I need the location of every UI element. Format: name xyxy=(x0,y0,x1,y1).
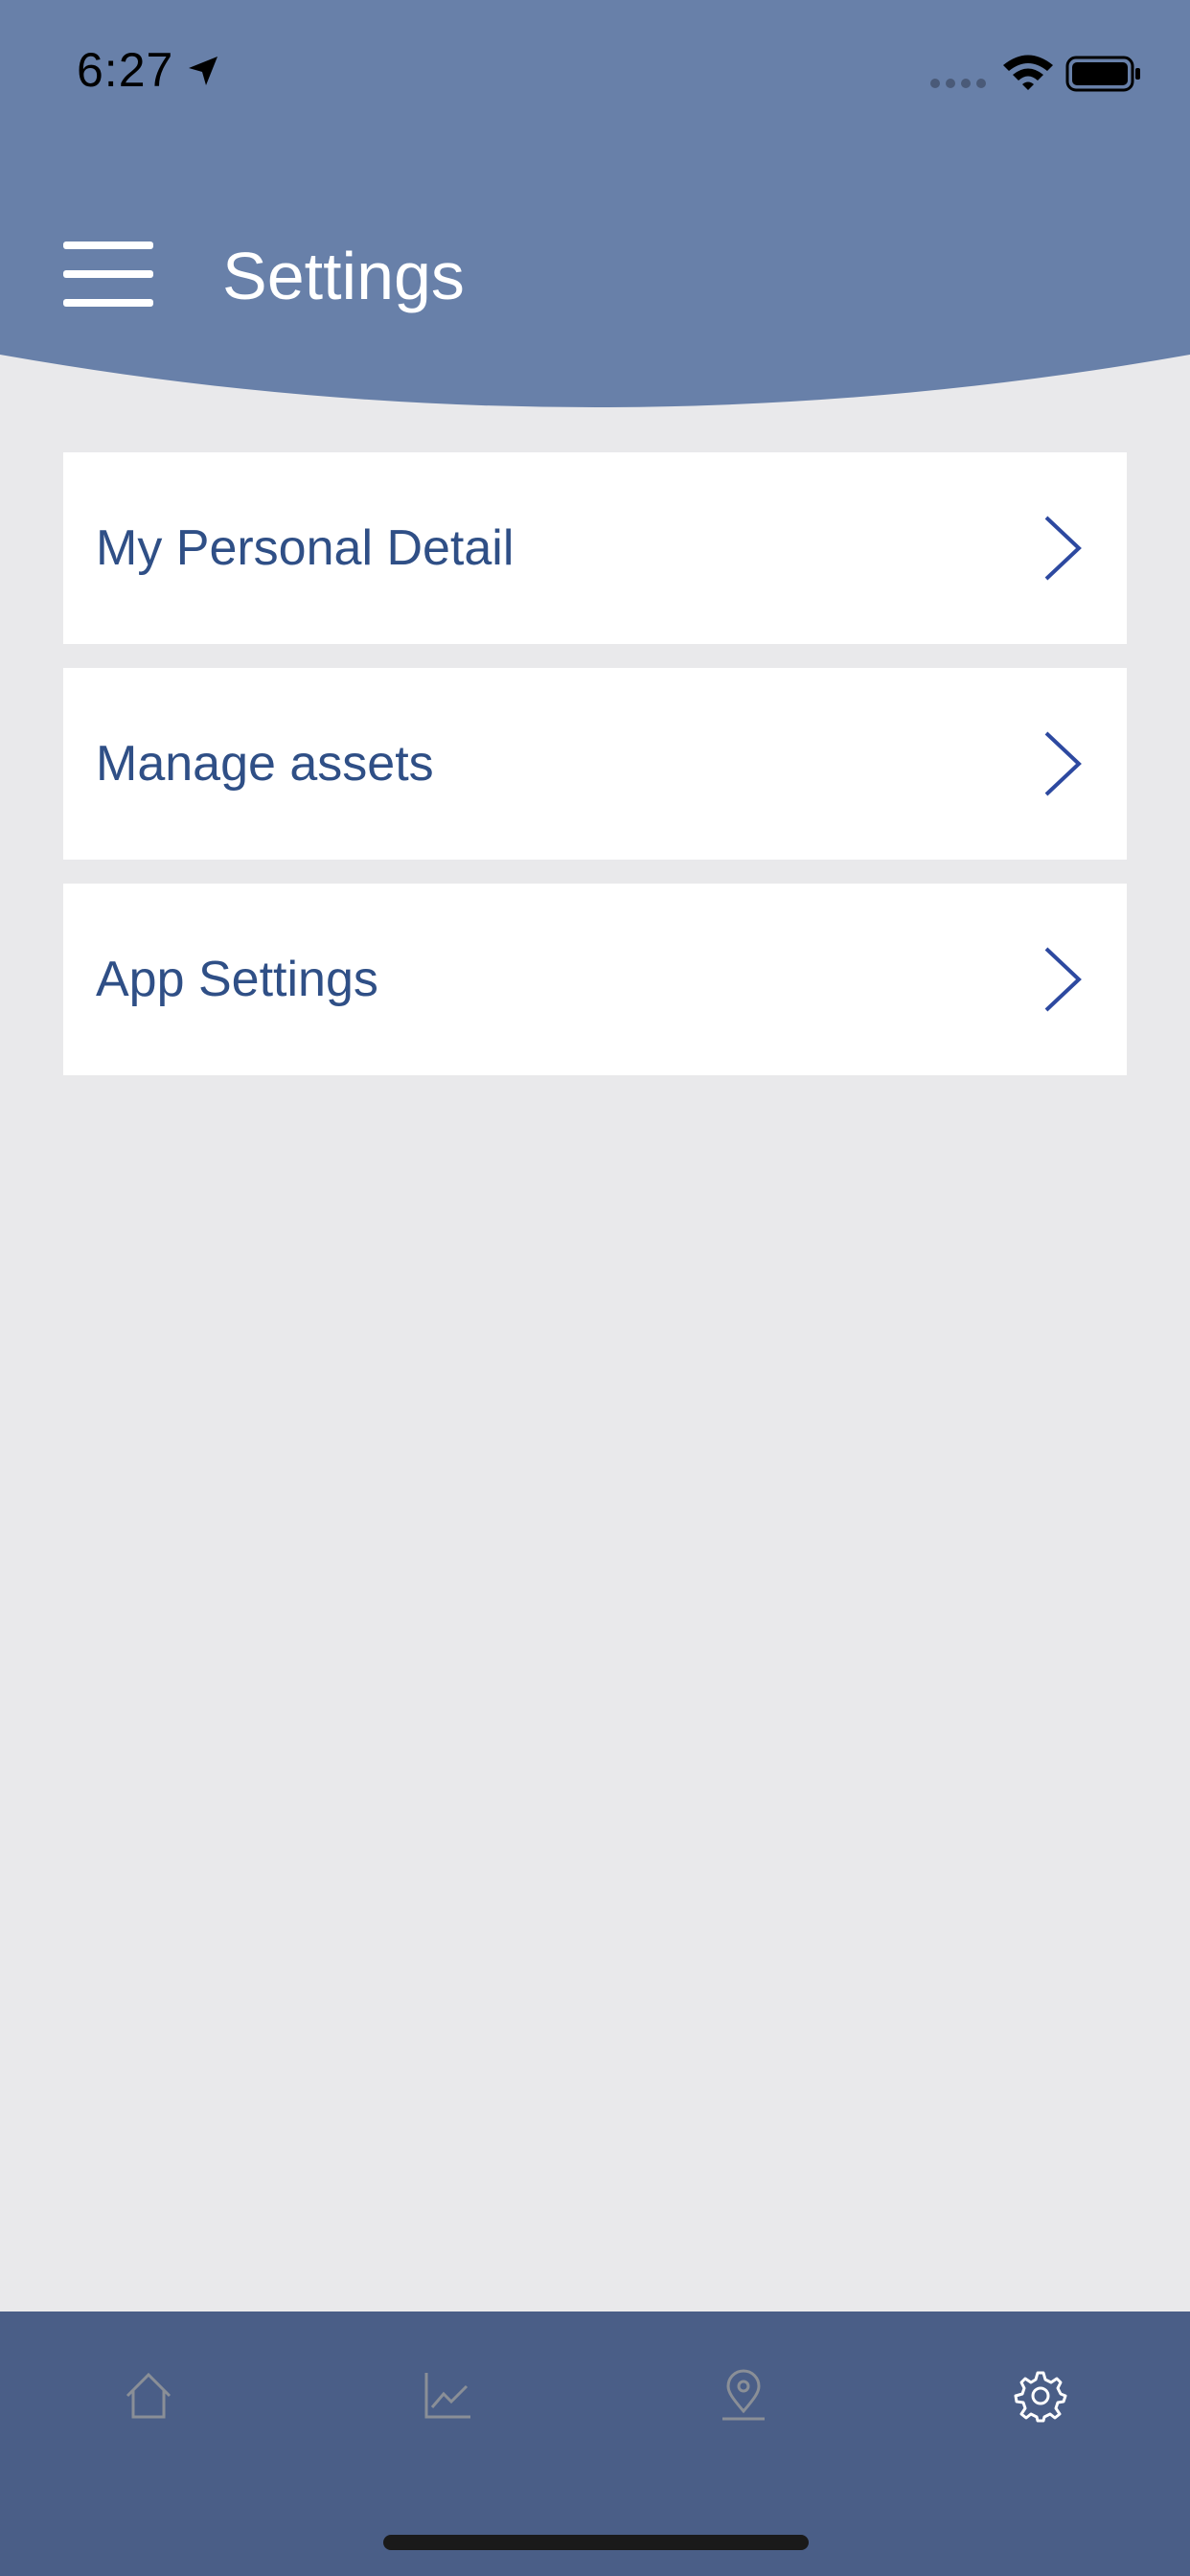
cellular-signal-icon xyxy=(930,79,986,88)
status-time: 6:27 xyxy=(77,43,174,97)
chevron-right-icon xyxy=(1044,731,1082,796)
list-item-app-settings[interactable]: App Settings xyxy=(63,884,1127,1075)
battery-icon xyxy=(1065,56,1140,92)
location-pin-icon[interactable] xyxy=(715,2367,772,2425)
settings-list: My Personal Detail Manage assets App Set… xyxy=(63,452,1127,1099)
list-item-my-personal-detail[interactable]: My Personal Detail xyxy=(63,452,1127,644)
hamburger-bar xyxy=(63,270,153,278)
hamburger-bar xyxy=(63,242,153,249)
home-indicator xyxy=(383,2535,809,2550)
wifi-icon xyxy=(1003,55,1053,90)
list-item-label: App Settings xyxy=(96,952,378,1007)
chevron-right-icon xyxy=(1044,947,1082,1012)
header: 6:27 Settings xyxy=(0,0,1190,412)
chevron-right-icon xyxy=(1044,516,1082,581)
hamburger-bar xyxy=(63,299,153,307)
home-icon[interactable] xyxy=(120,2367,177,2425)
chart-icon[interactable] xyxy=(419,2367,476,2425)
location-arrow-icon xyxy=(189,57,217,85)
list-item-label: Manage assets xyxy=(96,736,434,792)
list-item-manage-assets[interactable]: Manage assets xyxy=(63,668,1127,860)
menu-button[interactable] xyxy=(63,238,153,310)
page-title: Settings xyxy=(222,239,465,313)
list-item-label: My Personal Detail xyxy=(96,520,515,576)
gear-icon[interactable] xyxy=(1012,2367,1069,2425)
